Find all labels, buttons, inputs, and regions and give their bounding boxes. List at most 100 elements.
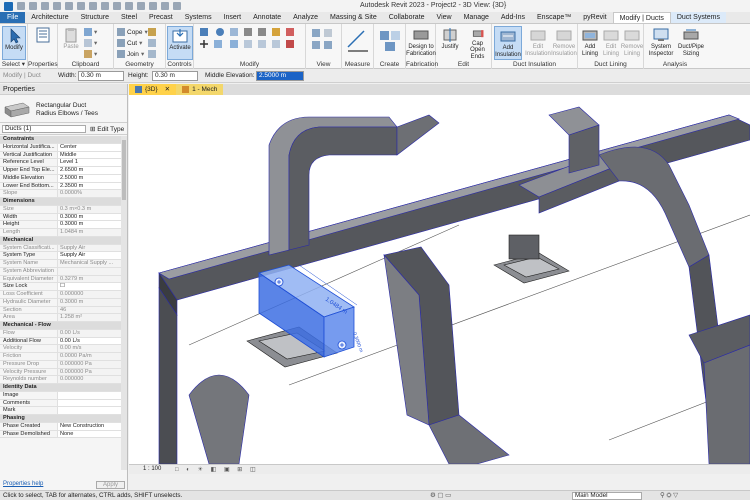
- active-model-dropdown[interactable]: Main Model: [572, 492, 642, 500]
- property-value[interactable]: Level 1: [58, 159, 122, 166]
- duct-pipe-sizing-button[interactable]: Duct/Pipe Sizing: [677, 26, 705, 60]
- property-value[interactable]: Supply Air: [58, 252, 122, 259]
- print-icon[interactable]: [77, 2, 85, 10]
- property-row[interactable]: Image: [0, 391, 122, 400]
- modify-button[interactable]: Modify: [2, 26, 26, 60]
- property-value[interactable]: New Construction: [58, 422, 122, 430]
- tab-view[interactable]: View: [431, 12, 458, 23]
- clipboard-match[interactable]: ▾: [84, 49, 97, 59]
- property-value[interactable]: 0.00 L/s: [58, 337, 122, 345]
- edit-lining-button[interactable]: Edit Lining: [601, 26, 621, 60]
- property-row[interactable]: Vertical Justification Middle: [0, 151, 122, 160]
- tab-collaborate[interactable]: Collaborate: [383, 12, 431, 23]
- clipboard-copy[interactable]: ▾: [84, 27, 97, 37]
- tag-icon[interactable]: [101, 2, 109, 10]
- measure-icon[interactable]: [89, 2, 97, 10]
- view-tools-icons[interactable]: [310, 27, 338, 57]
- tab-duct-systems[interactable]: Duct Systems: [670, 12, 727, 23]
- remove-lining-button[interactable]: Remove Lining: [621, 26, 643, 60]
- height-field[interactable]: 0.30 m: [152, 71, 198, 81]
- middle-elevation-field[interactable]: 2.5000 m: [256, 71, 304, 81]
- property-row[interactable]: Phase Created New Construction: [0, 422, 122, 431]
- property-value[interactable]: [58, 407, 122, 414]
- thin-lines-icon[interactable]: [149, 2, 157, 10]
- tab-analyze[interactable]: Analyze: [287, 12, 324, 23]
- view-tab-3d[interactable]: {3D} ✕: [129, 84, 177, 95]
- cut-button[interactable]: Cut ▾: [117, 38, 142, 48]
- geometry-tool-3[interactable]: [148, 49, 156, 59]
- tab-manage[interactable]: Manage: [458, 12, 495, 23]
- property-group-header[interactable]: Constraints: [0, 136, 122, 144]
- status-icons[interactable]: ⚙ ▢ ▭: [430, 492, 451, 499]
- selection-filter-icons[interactable]: ⚲ ⛭ ▽: [660, 492, 678, 500]
- tab-add-ins[interactable]: Add-Ins: [495, 12, 531, 23]
- tab-file[interactable]: File: [0, 12, 26, 23]
- paste-button[interactable]: Paste: [60, 26, 82, 60]
- tab-enscape[interactable]: Enscape™: [531, 12, 577, 23]
- property-value[interactable]: None: [58, 430, 122, 438]
- select-dropdown[interactable]: Select ▾: [0, 61, 27, 69]
- property-value[interactable]: 0.3000 m: [58, 213, 122, 221]
- property-row[interactable]: Size Lock ☐: [0, 283, 122, 291]
- type-selector[interactable]: Rectangular Duct Radius Elbows / Tees: [0, 95, 127, 123]
- measure-tools-icons[interactable]: [346, 29, 370, 53]
- add-insulation-button[interactable]: Add Insulation: [494, 26, 522, 60]
- revit-logo-icon[interactable]: [4, 1, 13, 11]
- redo-icon[interactable]: [65, 2, 73, 10]
- instance-filter-dropdown[interactable]: Ducts (1): [2, 125, 86, 133]
- property-row[interactable]: Upper End Top Ele... 2.6500 m: [0, 167, 122, 175]
- save-icon[interactable]: [29, 2, 37, 10]
- property-row[interactable]: System Type Supply Air: [0, 252, 122, 260]
- cap-open-ends-button[interactable]: Cap Open Ends: [464, 26, 491, 60]
- property-value[interactable]: 2.6500 m: [58, 167, 122, 174]
- property-row[interactable]: Additional Flow 0.00 L/s: [0, 337, 122, 346]
- property-row[interactable]: Lower End Bottom... 2.3500 m: [0, 182, 122, 191]
- tab-massing-site[interactable]: Massing & Site: [324, 12, 383, 23]
- property-value[interactable]: [58, 391, 122, 399]
- property-value[interactable]: Middle: [58, 151, 122, 159]
- property-row[interactable]: Height 0.3000 m: [0, 221, 122, 229]
- geometry-tool-2[interactable]: [148, 38, 156, 48]
- property-value[interactable]: 2.3500 m: [58, 182, 122, 190]
- view-control-icons[interactable]: □ ◐ ☀ ◧ ▣ ⊞ ◫: [175, 466, 259, 473]
- sync-icon[interactable]: [41, 2, 49, 10]
- undo-icon[interactable]: [53, 2, 61, 10]
- property-row[interactable]: Reference Level Level 1: [0, 159, 122, 167]
- property-value[interactable]: 0.3000 m: [58, 221, 122, 228]
- property-group-header[interactable]: Dimensions: [0, 198, 122, 206]
- properties-scrollbar[interactable]: [121, 136, 127, 470]
- properties-help-link[interactable]: Properties help: [3, 481, 43, 487]
- property-value[interactable]: 2.5000 m: [58, 174, 122, 182]
- cope-button[interactable]: Cope ▾: [117, 27, 148, 37]
- text-icon[interactable]: [113, 2, 121, 10]
- join-button[interactable]: Join ▾: [117, 49, 144, 59]
- section-icon[interactable]: [137, 2, 145, 10]
- tab-precast[interactable]: Precast: [143, 12, 179, 23]
- property-group-header[interactable]: Mechanical: [0, 236, 122, 245]
- activate-button[interactable]: Activate: [167, 26, 193, 60]
- tab-structure[interactable]: Structure: [75, 12, 115, 23]
- open-icon[interactable]: [17, 2, 25, 10]
- property-value[interactable]: [58, 399, 122, 407]
- remove-insulation-button[interactable]: Remove Insulation: [550, 26, 578, 60]
- property-group-header[interactable]: Mechanical - Flow: [0, 322, 122, 330]
- tab-insert[interactable]: Insert: [218, 12, 248, 23]
- create-tools-icons[interactable]: [378, 29, 402, 53]
- property-value[interactable]: Center: [58, 143, 122, 151]
- tab-architecture[interactable]: Architecture: [25, 12, 74, 23]
- property-group-header[interactable]: Identity Data: [0, 384, 122, 392]
- clipboard-cut[interactable]: ▾: [84, 38, 97, 48]
- geometry-tool-1[interactable]: [148, 27, 156, 37]
- property-row[interactable]: Comments: [0, 399, 122, 408]
- view-scale[interactable]: 1 : 100: [143, 466, 161, 472]
- justify-button[interactable]: Justify: [437, 26, 463, 60]
- add-lining-button[interactable]: Add Lining: [580, 26, 600, 60]
- system-inspector-button[interactable]: System Inspector: [646, 26, 676, 60]
- property-row[interactable]: Mark: [0, 407, 122, 415]
- edit-insulation-button[interactable]: Edit Insulation: [524, 26, 552, 60]
- switch-windows-icon[interactable]: [173, 2, 181, 10]
- view-tab-mech[interactable]: 1 - Mech: [176, 84, 224, 95]
- property-value[interactable]: ☐: [58, 283, 122, 290]
- property-row[interactable]: Middle Elevation 2.5000 m: [0, 174, 122, 183]
- properties-button[interactable]: [29, 26, 57, 60]
